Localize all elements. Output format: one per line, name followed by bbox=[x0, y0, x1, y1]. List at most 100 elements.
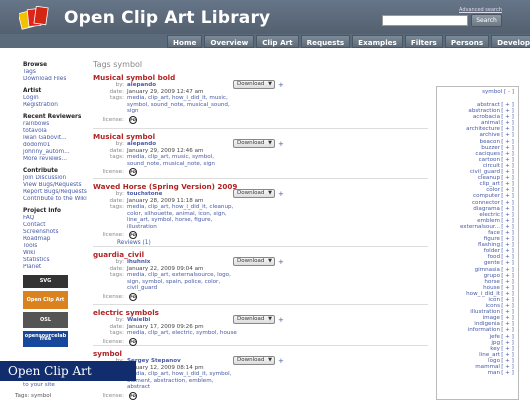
nav-filters[interactable]: Filters bbox=[404, 35, 443, 48]
sidebar-link-statistics[interactable]: Statistics bbox=[23, 257, 87, 264]
chevron-down-icon: ▼ bbox=[268, 140, 272, 146]
add-icon[interactable]: + bbox=[278, 258, 284, 266]
tags-label: tags: bbox=[110, 272, 124, 278]
add-icon[interactable]: + bbox=[278, 357, 284, 365]
nav-requests[interactable]: Requests bbox=[300, 35, 351, 48]
sidebar-link-login[interactable]: Login bbox=[23, 95, 87, 102]
sidebar-link-registration[interactable]: Registration bbox=[23, 102, 87, 109]
current-tag[interactable]: symbol bbox=[482, 89, 502, 95]
svg-badge[interactable]: SVG bbox=[23, 275, 68, 288]
public-domain-icon[interactable]: PD bbox=[129, 115, 137, 124]
left-sidebar: Browse Tags Download Files Artist Login … bbox=[23, 62, 87, 358]
contribute-heading: Contribute bbox=[23, 168, 58, 174]
download-label: Download bbox=[237, 190, 265, 196]
entry-tags[interactable]: media, clip_art, externalsource, logo, s… bbox=[127, 272, 237, 292]
entry-tags[interactable]: media, clip_art, how_i_did_it, symbol, e… bbox=[127, 371, 237, 391]
entry-tags[interactable]: media, clip_art, music, symbol, sound_no… bbox=[127, 154, 237, 167]
add-icon[interactable]: + bbox=[278, 81, 284, 89]
add-tag-control[interactable]: [ + ] bbox=[500, 370, 515, 376]
sidebar-link-tags[interactable]: Tags bbox=[23, 69, 87, 76]
license-label: license: bbox=[102, 169, 124, 175]
chevron-down-icon: ▼ bbox=[268, 316, 272, 322]
reviewer-link[interactable]: rainbows bbox=[23, 121, 87, 128]
browse-heading: Browse bbox=[23, 62, 47, 68]
tags-label: tags: bbox=[110, 204, 124, 210]
download-select[interactable]: Download ▼ bbox=[233, 80, 275, 89]
license-label: license: bbox=[102, 116, 124, 123]
reviewer-link[interactable]: Iwan Gabovit... bbox=[23, 135, 87, 142]
public-domain-icon[interactable]: PD bbox=[129, 292, 137, 301]
reviewer-link[interactable]: dodom01 bbox=[23, 142, 87, 149]
download-select[interactable]: Download ▼ bbox=[233, 315, 275, 324]
reviewer-link[interactable]: johnny_autom... bbox=[23, 149, 87, 156]
sidebar-link-tools[interactable]: Tools bbox=[23, 243, 87, 250]
nav-overview[interactable]: Overview bbox=[204, 35, 255, 48]
collapse-control[interactable]: [ - ] bbox=[504, 89, 514, 95]
nav-developer[interactable]: Developer bbox=[491, 35, 530, 48]
related-tags-panel: symbol [ - ] abstract[ + ] abstraction[ +… bbox=[436, 86, 519, 400]
search-button[interactable]: Search bbox=[471, 14, 502, 27]
search-input[interactable] bbox=[382, 15, 468, 26]
download-select[interactable]: Download ▼ bbox=[233, 189, 275, 198]
license-label: license: bbox=[102, 392, 124, 399]
site-title[interactable]: Open Clip Art Library bbox=[64, 8, 270, 28]
badge-list: SVG Open Clip Art OSL opensourcelab free… bbox=[23, 275, 87, 358]
site-header: Open Clip Art Library Advanced search Se… bbox=[0, 0, 530, 48]
sidebar-link-download-files[interactable]: Download Files bbox=[23, 76, 87, 83]
download-label: Download bbox=[237, 140, 265, 146]
add-icon[interactable]: + bbox=[278, 190, 284, 198]
clipart-entry: symbol by:Sergey Stepanov date:January 1… bbox=[93, 349, 428, 400]
site-banner[interactable]: Open Clip Art Library bbox=[0, 361, 136, 398]
sidebar-link-view-bugs[interactable]: View Bugs/Requests bbox=[23, 182, 87, 189]
osl-badge[interactable]: OSL opensourcelab bbox=[23, 312, 68, 339]
status-bar-text: Tags: symbol bbox=[15, 393, 52, 399]
advanced-search-link[interactable]: Advanced search bbox=[459, 7, 502, 13]
download-select[interactable]: Download ▼ bbox=[233, 356, 275, 365]
main-content: Tags symbol Musical symbol bold by: alepa… bbox=[93, 60, 428, 400]
download-label: Download bbox=[237, 357, 265, 363]
public-domain-icon[interactable]: PD bbox=[129, 168, 137, 176]
entry-tags[interactable]: media, clip_art, how_i_did_it, music, sy… bbox=[127, 95, 237, 115]
sidebar-link-contact[interactable]: Contact bbox=[23, 222, 87, 229]
sidebar-link-join-discussion[interactable]: Join Discussion bbox=[23, 175, 87, 182]
public-domain-icon[interactable]: PD bbox=[129, 231, 137, 239]
nav-home[interactable]: Home bbox=[167, 35, 203, 48]
sidebar-link-roadmap[interactable]: Roadmap bbox=[23, 236, 87, 243]
download-select[interactable]: Download ▼ bbox=[233, 257, 275, 266]
clipart-entry: Musical symbol by: alepando date: January … bbox=[93, 132, 428, 179]
entry-tags[interactable]: media, clip_art, electric, symbol, house bbox=[127, 330, 327, 337]
download-select[interactable]: Download ▼ bbox=[233, 139, 275, 148]
clipart-entry: Waved Horse (Spring Version) 2009 by: tou… bbox=[93, 182, 428, 247]
download-label: Download bbox=[237, 258, 265, 264]
add-icon[interactable]: + bbox=[278, 316, 284, 324]
tags-label: tags: bbox=[110, 154, 124, 160]
entry-tags[interactable]: media, clip_art, how_i_did_it, cleanup, … bbox=[127, 204, 237, 230]
logo-icon[interactable] bbox=[19, 6, 49, 32]
tags-label: tags: bbox=[110, 95, 124, 101]
more-reviews-link[interactable]: More reviews... bbox=[23, 156, 87, 163]
nav-examples[interactable]: Examples bbox=[352, 35, 403, 48]
sidebar-link-planet[interactable]: Planet bbox=[23, 264, 87, 271]
license-label: license: bbox=[102, 338, 124, 345]
sidebar-link-wiki-contribute[interactable]: Contribute to the Wiki bbox=[23, 196, 87, 203]
clipart-entry: electric symbols by: Waielbi date: January… bbox=[93, 308, 428, 346]
add-icon[interactable]: + bbox=[278, 140, 284, 148]
reviewer-link[interactable]: totavola bbox=[23, 128, 87, 135]
chevron-down-icon: ▼ bbox=[268, 258, 272, 264]
sidebar-link-wiki[interactable]: Wiki bbox=[23, 250, 87, 257]
footer-link[interactable]: to your site bbox=[23, 382, 55, 388]
chevron-down-icon: ▼ bbox=[268, 81, 272, 87]
public-domain-icon[interactable]: PD bbox=[129, 337, 137, 346]
clipart-badge[interactable]: Open Clip Art bbox=[23, 291, 68, 309]
sidebar-link-faq[interactable]: FAQ bbox=[23, 215, 87, 222]
nav-clip-art[interactable]: Clip Art bbox=[256, 35, 299, 48]
sidebar-link-screenshots[interactable]: Screenshots bbox=[23, 229, 87, 236]
tag-link[interactable]: man bbox=[488, 370, 500, 376]
download-label: Download bbox=[237, 81, 265, 87]
license-label: license: bbox=[102, 232, 124, 238]
nav-persons[interactable]: Persons bbox=[444, 35, 490, 48]
clipart-entry: Musical symbol bold by: alepando date: Jan… bbox=[93, 73, 428, 129]
sidebar-link-report-bugs[interactable]: Report Bugs/Requests bbox=[23, 189, 87, 196]
public-domain-icon[interactable]: PD bbox=[129, 391, 137, 400]
reviews-link[interactable]: Reviews (1) bbox=[117, 239, 428, 247]
